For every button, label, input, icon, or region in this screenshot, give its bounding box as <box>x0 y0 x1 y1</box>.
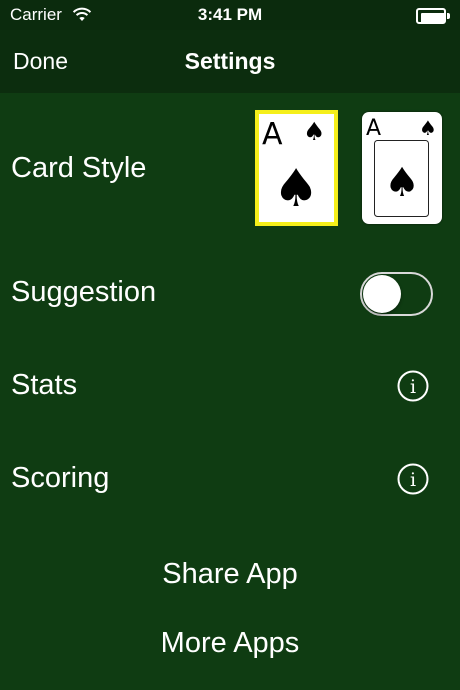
status-bar: Carrier 3:41 PM <box>0 0 460 30</box>
stats-info-icon[interactable]: i <box>397 370 429 402</box>
suggestion-label: Suggestion <box>11 276 157 308</box>
navigation-bar: Done Settings <box>0 30 460 93</box>
card-suit-large: ♠ <box>384 160 420 206</box>
scoring-info-icon[interactable]: i <box>397 463 429 495</box>
status-time: 3:41 PM <box>197 5 263 24</box>
card-suit-large: ♠ <box>273 159 320 219</box>
suggestion-toggle[interactable] <box>360 272 433 316</box>
more-apps-button[interactable]: More Apps <box>0 627 460 660</box>
share-app-button[interactable]: Share App <box>0 558 460 591</box>
card-rank: A <box>262 117 283 152</box>
ace-of-spades-card-icon: A ♠ ♠ <box>262 117 325 219</box>
page-title: Settings <box>184 48 276 74</box>
svg-text:i: i <box>410 469 416 491</box>
card-suit-small: ♠ <box>419 116 437 140</box>
card-suit-small: ♠ <box>303 117 325 146</box>
card-style-option-1[interactable]: A ♠ ♠ <box>255 110 338 226</box>
card-style-option-2[interactable]: A ♠ ♠ <box>362 112 442 224</box>
ace-of-spades-card-icon: A ♠ ♠ <box>366 116 437 217</box>
stats-label: Stats <box>11 369 78 401</box>
toggle-knob <box>363 275 401 313</box>
scoring-label: Scoring <box>11 462 110 494</box>
card-rank: A <box>366 116 381 141</box>
battery-icon <box>416 8 450 24</box>
card-style-label: Card Style <box>11 152 147 184</box>
svg-text:i: i <box>410 376 416 398</box>
